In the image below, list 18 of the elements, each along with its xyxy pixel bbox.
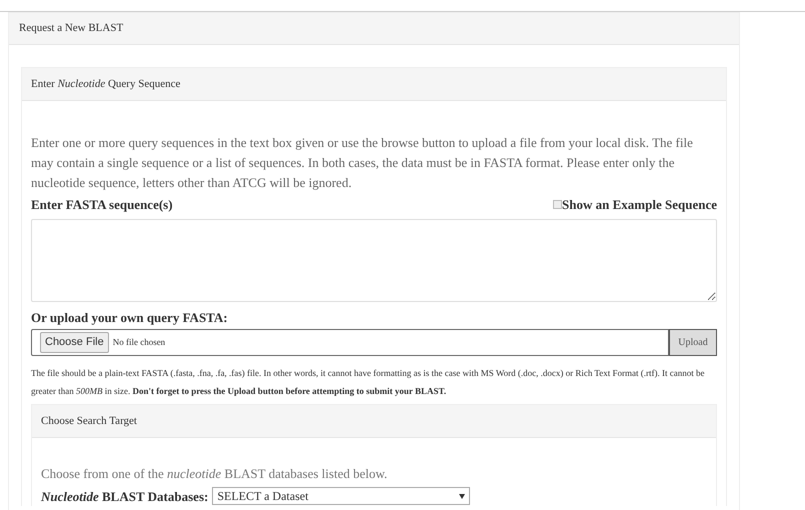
database-select[interactable]: SELECT a Dataset [212,487,470,506]
upload-label: Or upload your own query FASTA: [31,308,229,327]
fasta-label: Enter FASTA sequence(s) [31,196,173,214]
example-label: Show an Example Sequence [562,196,717,214]
sequence-field[interactable] [31,218,717,302]
example-checkbox[interactable] [553,200,562,210]
section-title: Choose Search Target [41,414,137,429]
upload-note: The file should be a plain-text FASTA (.fasta, .fna, .fa, .fas) file. In other words, it cannot have formatting as is the case with MS Word (.doc, .docx) or Rich Text Format (.rtf). It cannot be greater than 500MB in size. Don't forget to press the Upload button before attempting to submit your BLAST. [31,367,706,398]
choose-file-button[interactable]: Choose File [40,332,109,353]
file-status: No file chosen [112,336,166,349]
intro-text: Enter one or more query sequences in the text box given or use the browse button to upload a file from your local disk. The file may contain a single sequence or a list of sequences. In both cases, the data must be in FASTA format. Please enter only the nucleotide sequence, letters other than ATCG will be ignored. [31,134,694,192]
file-field[interactable]: Choose File No file chosen [31,329,669,356]
section-title: Enter Nucleotide Query Sequence [31,76,180,92]
upload-button[interactable]: Upload [669,329,717,356]
target-intro-text: Choose from one of the nucleotide BLAST databases listed below. [41,465,388,483]
database-label: Nucleotide BLAST Databases: [41,488,208,506]
panel-title: Request a New BLAST [19,21,124,36]
dropdown-arrow-icon [459,494,466,499]
